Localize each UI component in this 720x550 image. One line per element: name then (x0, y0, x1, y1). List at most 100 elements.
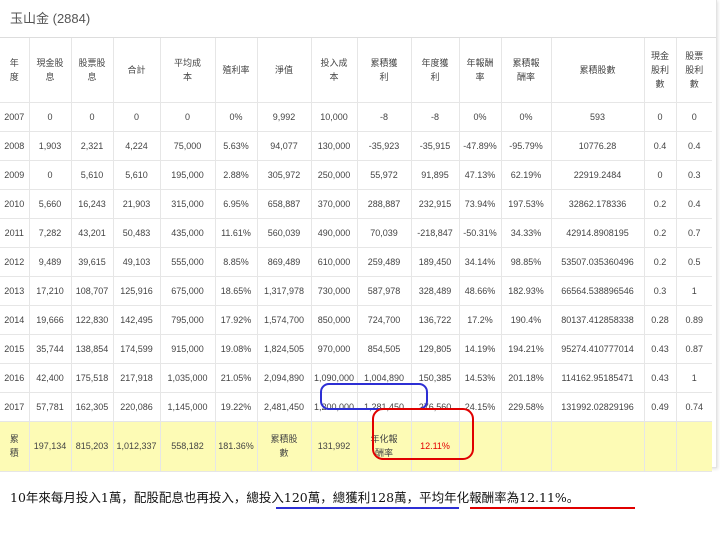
table-cell: 49,103 (113, 247, 161, 277)
table-cell: 14.53% (459, 363, 502, 393)
table-cell: 0 (29, 102, 72, 132)
table-cell: 175,518 (71, 363, 114, 393)
table-cell: 75,000 (160, 131, 216, 161)
table-cell: 850,000 (311, 305, 358, 335)
table-cell: 4,224 (113, 131, 161, 161)
table-cell: 5.63% (215, 131, 258, 161)
table-cell: 17.92% (215, 305, 258, 335)
table-cell: 587,978 (357, 276, 412, 306)
total-empty-cell (459, 421, 502, 472)
table-cell: 24.15% (459, 392, 502, 422)
table-cell: 724,700 (357, 305, 412, 335)
dividend-table: 年 度現金股 息股票股 息合計 平均成 本殖利率 淨值 投入成 本累積獲 利年度獲 利… (0, 38, 712, 472)
table-cell: 0.4 (676, 189, 712, 219)
table-cell: 6.95% (215, 189, 258, 219)
summary-part-5: 。 (566, 490, 580, 505)
table-cell: 0 (676, 102, 712, 132)
table-cell: 2013 (0, 276, 30, 306)
table-cell: 0.3 (676, 160, 712, 190)
table-cell: 1,200,000 (311, 392, 358, 422)
table-cell: 970,000 (311, 334, 358, 364)
table-cell: 129,805 (411, 334, 460, 364)
table-cell: 276,560 (411, 392, 460, 422)
table-row: 2011 7,282 43,201 50,483 435,000 11.61% 560,03… (0, 218, 712, 248)
table-cell: 21,903 (113, 189, 161, 219)
column-header: 平均成 本 (160, 38, 216, 103)
table-cell: 48.66% (459, 276, 502, 306)
table-cell: 0.4 (676, 131, 712, 161)
column-header: 股票股 息 (71, 38, 114, 103)
table-cell: 259,489 (357, 247, 412, 277)
table-cell: 94,077 (257, 131, 312, 161)
table-cell: 18.65% (215, 276, 258, 306)
table-cell: 0.74 (676, 392, 712, 422)
table-cell: 0.5 (676, 247, 712, 277)
table-cell: 2011 (0, 218, 30, 248)
table-cell: 0.7 (676, 218, 712, 248)
table-cell: 16,243 (71, 189, 114, 219)
table-cell: 162,305 (71, 392, 114, 422)
table-cell: -95.79% (501, 131, 552, 161)
table-cell: 182.93% (501, 276, 552, 306)
table-row: 2008 1,903 2,321 4,224 75,000 5.63% 94,077 130,… (0, 131, 712, 161)
table-row: 2009 0 5,610 5,610 195,000 2.88% 305,972 250,00… (0, 160, 712, 190)
table-cell: 2007 (0, 102, 30, 132)
table-cell: 19,666 (29, 305, 72, 335)
table-cell: 2.88% (215, 160, 258, 190)
column-header: 投入成 本 (311, 38, 358, 103)
table-cell: 1,004,890 (357, 363, 412, 393)
table-cell: 34.14% (459, 247, 502, 277)
table-cell: 730,000 (311, 276, 358, 306)
table-cell: 0 (644, 160, 677, 190)
column-header: 年度獲 利 (411, 38, 460, 103)
table-cell: 915,000 (160, 334, 216, 364)
total-empty-cell (644, 421, 677, 472)
table-cell: 35,744 (29, 334, 72, 364)
table-cell: 2,321 (71, 131, 114, 161)
table-cell: 1,574,700 (257, 305, 312, 335)
table-cell: 0 (644, 102, 677, 132)
table-cell: 0.28 (644, 305, 677, 335)
table-cell: -50.31% (459, 218, 502, 248)
table-cell: 57,781 (29, 392, 72, 422)
table-cell: 0 (160, 102, 216, 132)
table-cell: 2014 (0, 305, 30, 335)
table-cell: 19.08% (215, 334, 258, 364)
table-cell: 2016 (0, 363, 30, 393)
table-cell: 1 (676, 363, 712, 393)
table-cell: 42,400 (29, 363, 72, 393)
table-cell: 174,599 (113, 334, 161, 364)
column-header: 淨值 (257, 38, 312, 103)
table-cell: 2010 (0, 189, 30, 219)
table-row: 2014 19,666 122,830 142,495 795,000 17.92% 1,5… (0, 305, 712, 335)
stock-panel: 玉山金 (2884) 年 度現金股 息股票股 息合計 平均成 本殖利率 淨值 投入成 … (0, 0, 717, 472)
table-body: 2007 0 0 0 0 0% 9,992 10,000 -8 -8 0% 0% 593 0 0 2008 1,… (0, 102, 712, 472)
table-cell: 795,000 (160, 305, 216, 335)
table-cell: 869,489 (257, 247, 312, 277)
table-cell: 21.05% (215, 363, 258, 393)
total-cash: 197,134 (29, 421, 72, 472)
total-empty-cell (676, 421, 712, 472)
total-shares: 131,992 (311, 421, 358, 472)
table-cell: 610,000 (311, 247, 358, 277)
table-cell: 201.18% (501, 363, 552, 393)
table-cell: 229.58% (501, 392, 552, 422)
summary-text: 10年來每月投入1萬，配股配息也再投入，總投入120萬，總獲利128萬，平均年化… (10, 487, 710, 506)
table-cell: 2008 (0, 131, 30, 161)
total-row: 累 積 197,134 815,203 1,012,337 558,182 18… (0, 421, 712, 472)
table-cell: -8 (411, 102, 460, 132)
table-cell: 17.2% (459, 305, 502, 335)
table-cell: 32862.178336 (551, 189, 645, 219)
table-cell: 66564.538896546 (551, 276, 645, 306)
total-annualized: 12.11% (411, 421, 460, 472)
table-cell: 305,972 (257, 160, 312, 190)
table-row: 2015 35,744 138,854 174,599 915,000 19.08% 1,8… (0, 334, 712, 364)
total-avg-cost: 558,182 (160, 421, 216, 472)
table-cell: 80137.412858338 (551, 305, 645, 335)
table-cell: 42914.8908195 (551, 218, 645, 248)
column-header: 年 度 (0, 38, 30, 103)
table-cell: 50,483 (113, 218, 161, 248)
table-cell: 0.49 (644, 392, 677, 422)
table-row: 2007 0 0 0 0 0% 9,992 10,000 -8 -8 0% 0% 593 0 0 (0, 102, 712, 132)
table-cell: 34.33% (501, 218, 552, 248)
